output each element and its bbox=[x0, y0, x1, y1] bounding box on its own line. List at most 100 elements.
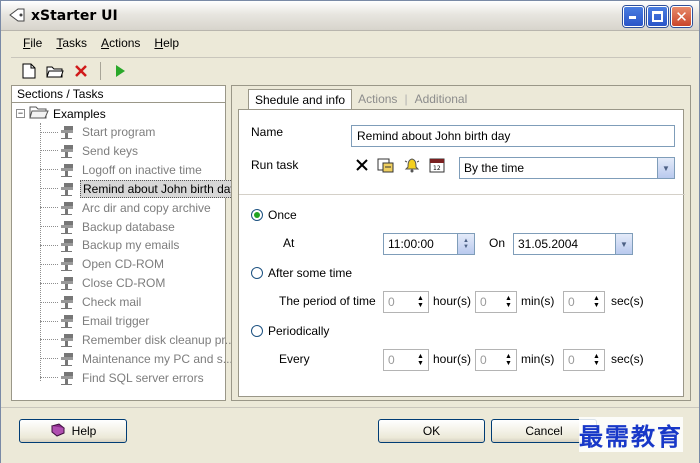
every-mins-unit: min(s) bbox=[521, 352, 555, 366]
every-hours-value: 0 bbox=[388, 353, 395, 367]
run-task-select[interactable]: By the time ▼ bbox=[459, 157, 675, 179]
alarm-bell-icon[interactable] bbox=[403, 157, 421, 176]
tree-item[interactable]: Logoff on inactive time bbox=[40, 161, 204, 179]
every-mins-value: 0 bbox=[480, 353, 487, 367]
task-icon bbox=[58, 256, 76, 272]
time-spin-icon[interactable]: ▲ ▼ bbox=[457, 234, 474, 254]
spin-icon[interactable]: ▲ ▼ bbox=[501, 292, 516, 312]
close-button[interactable]: ✕ bbox=[671, 6, 692, 27]
period-secs-value: 0 bbox=[568, 295, 575, 309]
name-label: Name bbox=[251, 125, 284, 139]
tree-connector bbox=[40, 339, 58, 341]
name-field[interactable]: Remind about John birth day bbox=[351, 125, 675, 147]
period-mins-spinner[interactable]: 0 ▲ ▼ bbox=[475, 291, 517, 313]
once-radio[interactable] bbox=[251, 209, 263, 221]
every-hours-spinner[interactable]: 0 ▲ ▼ bbox=[383, 349, 429, 371]
spin-icon[interactable]: ▲ ▼ bbox=[413, 350, 428, 370]
menu-help[interactable]: Help bbox=[154, 36, 179, 52]
task-icon bbox=[58, 294, 76, 310]
every-secs-spinner[interactable]: 0 ▲ ▼ bbox=[563, 349, 605, 371]
spin-icon[interactable]: ▲ ▼ bbox=[413, 292, 428, 312]
tree-item[interactable]: Check mail bbox=[40, 293, 143, 311]
date-picker[interactable]: 31.05.2004 ▼ bbox=[513, 233, 633, 255]
tree-connector bbox=[40, 169, 58, 171]
collapse-icon[interactable]: − bbox=[16, 109, 25, 118]
tree-item[interactable]: Email trigger bbox=[40, 312, 151, 330]
once-label: Once bbox=[268, 208, 297, 222]
tasks-tree-panel: Sections / Tasks − Examples Start progra… bbox=[11, 85, 240, 401]
menu-file[interactable]: File bbox=[23, 36, 42, 52]
every-secs-value: 0 bbox=[568, 353, 575, 367]
tree-item[interactable]: Backup database bbox=[40, 218, 177, 236]
menu-tasks[interactable]: Tasks bbox=[56, 36, 87, 52]
spin-icon[interactable]: ▲ ▼ bbox=[589, 350, 604, 370]
tree-item-label: Close CD-ROM bbox=[82, 276, 166, 291]
tree-item-label: Remember disk cleanup pr... bbox=[82, 332, 235, 347]
spin-icon[interactable]: ▲ ▼ bbox=[501, 350, 516, 370]
tree-header: Sections / Tasks bbox=[12, 86, 225, 103]
tree-item[interactable]: Start program bbox=[40, 123, 157, 141]
at-time-spinner[interactable]: 11:00:00 ▲ ▼ bbox=[383, 233, 475, 255]
tree-connector bbox=[40, 244, 58, 246]
tree-root-label: Examples bbox=[53, 106, 106, 121]
date-dropdown-icon[interactable]: ▼ bbox=[615, 234, 632, 254]
periodically-option[interactable]: Periodically bbox=[251, 324, 329, 338]
tree-connector bbox=[40, 207, 58, 209]
task-icon bbox=[58, 200, 76, 216]
tree-item-label: Open CD-ROM bbox=[82, 257, 165, 272]
tree-item[interactable]: Arc dir and copy archive bbox=[40, 199, 213, 217]
every-mins-spinner[interactable]: 0 ▲ ▼ bbox=[475, 349, 517, 371]
tree-item-label: Remind about John birth day bbox=[80, 179, 240, 198]
title-bar[interactable]: xStarter UI ✕ bbox=[1, 1, 699, 31]
once-option[interactable]: Once bbox=[251, 208, 297, 222]
period-hours-spinner[interactable]: 0 ▲ ▼ bbox=[383, 291, 429, 313]
tree-item[interactable]: Send keys bbox=[40, 142, 140, 160]
tree-item[interactable]: Find SQL server errors bbox=[40, 369, 206, 387]
at-time-value: 11:00:00 bbox=[388, 237, 434, 251]
ok-button[interactable]: OK bbox=[378, 419, 485, 443]
delete-x-icon[interactable] bbox=[71, 61, 91, 81]
open-folder-icon[interactable] bbox=[45, 61, 65, 81]
clear-trigger-icon[interactable] bbox=[355, 158, 369, 175]
run-play-icon[interactable] bbox=[110, 61, 130, 81]
run-task-label: Run task bbox=[251, 158, 299, 172]
tree-item[interactable]: Open CD-ROM bbox=[40, 255, 166, 273]
every-hours-unit: hour(s) bbox=[433, 352, 472, 366]
spin-icon[interactable]: ▲ ▼ bbox=[589, 292, 604, 312]
ok-button-label: OK bbox=[422, 424, 441, 438]
trigger-icons: 12 bbox=[355, 157, 445, 176]
new-document-icon[interactable] bbox=[19, 61, 39, 81]
at-label: At bbox=[283, 236, 295, 250]
after-time-radio[interactable] bbox=[251, 267, 263, 279]
after-time-option[interactable]: After some time bbox=[251, 266, 352, 280]
maximize-button[interactable] bbox=[647, 6, 668, 27]
minimize-button[interactable] bbox=[623, 6, 644, 27]
task-icon bbox=[58, 124, 76, 140]
tree-item[interactable]: Remind about John birth day bbox=[40, 179, 240, 198]
tree-item-label: Logoff on inactive time bbox=[82, 162, 202, 177]
menu-actions[interactable]: Actions bbox=[101, 36, 140, 52]
period-secs-spinner[interactable]: 0 ▲ ▼ bbox=[563, 291, 605, 313]
name-row: Name bbox=[251, 125, 283, 139]
schedule-tasks-icon[interactable] bbox=[377, 157, 395, 176]
tree-item-label: Maintenance my PC and s... bbox=[82, 351, 233, 366]
task-icon bbox=[58, 237, 76, 253]
tree-item[interactable]: Backup my emails bbox=[40, 236, 181, 254]
tree-item[interactable]: Remember disk cleanup pr... bbox=[40, 331, 237, 349]
tree-connector bbox=[40, 263, 58, 265]
periodically-radio[interactable] bbox=[251, 325, 263, 337]
tree-root-examples[interactable]: − Examples bbox=[16, 105, 106, 122]
period-row: The period of time bbox=[279, 294, 376, 308]
tree-item[interactable]: Close CD-ROM bbox=[40, 274, 167, 292]
tree-item[interactable]: Maintenance my PC and s... bbox=[40, 350, 235, 368]
minimize-icon bbox=[629, 16, 636, 19]
tab-additional[interactable]: Additional bbox=[409, 89, 474, 109]
calendar-icon[interactable]: 12 bbox=[429, 157, 445, 176]
tree-item-label: Arc dir and copy archive bbox=[82, 200, 211, 215]
chevron-down-icon[interactable]: ▼ bbox=[657, 158, 674, 178]
tab-actions[interactable]: Actions bbox=[352, 89, 403, 109]
help-button[interactable]: Help bbox=[19, 419, 127, 443]
task-icon bbox=[58, 370, 76, 386]
tab-schedule-info[interactable]: Shedule and info bbox=[248, 88, 353, 110]
watermark-text: 最需教育 bbox=[579, 417, 683, 452]
